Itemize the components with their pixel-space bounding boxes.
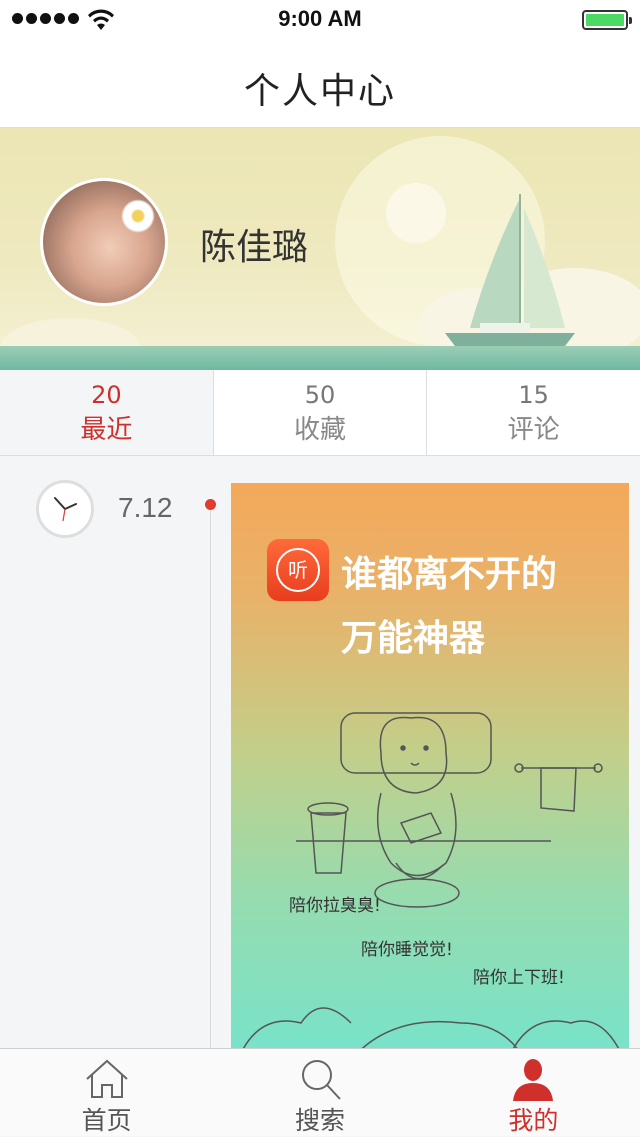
app-logo-icon: 听 [267, 539, 329, 601]
app-logo-text: 听 [276, 548, 320, 592]
status-bar: 9:00 AM [0, 0, 640, 40]
tab-home[interactable]: 首页 [0, 1049, 213, 1136]
sun-illustration [386, 183, 446, 243]
profile-tabs: 20 最近 50 收藏 15 评论 [0, 370, 640, 456]
caption-text: 陪你睡觉觉! [361, 940, 453, 960]
clock-icon [36, 480, 94, 538]
card-subheadline: 万能神器 [341, 618, 486, 659]
timeline-line [210, 506, 211, 1048]
timeline-date: 7.12 [118, 492, 173, 523]
sea-illustration [0, 346, 640, 370]
tab-label: 最近 [80, 415, 133, 445]
timeline-card[interactable]: 听 谁都离不开的 万能神器 陪你拉臭臭! 陪你睡觉觉! 陪你上下班! [231, 483, 629, 1048]
tab-count: 15 [518, 381, 549, 409]
sailboat-illustration [445, 194, 575, 346]
tab-search[interactable]: 搜索 [213, 1049, 426, 1136]
page-title: 个人中心 [243, 71, 396, 112]
tab-comments[interactable]: 15 评论 [426, 370, 640, 455]
tab-label: 搜索 [294, 1106, 345, 1135]
tab-count: 20 [91, 381, 122, 409]
tab-label: 我的 [508, 1106, 559, 1135]
tab-mine[interactable]: 我的 [427, 1049, 640, 1136]
battery-icon [582, 10, 632, 30]
search-icon [301, 1060, 341, 1100]
timeline-list[interactable]: 7.12 听 谁都离不开的 万能神器 陪你拉臭臭! 陪你睡觉觉! 陪你上下班! [0, 456, 640, 1048]
timeline-dot [205, 499, 216, 510]
tab-recent[interactable]: 20 最近 [0, 370, 213, 455]
navigation-bar: 个人中心 [0, 40, 640, 128]
cat-illustration [242, 712, 620, 1048]
tab-label: 首页 [81, 1106, 132, 1135]
person-icon [513, 1059, 554, 1101]
status-time: 9:00 AM [278, 6, 362, 31]
bottom-tab-bar: 首页 搜索 我的 [0, 1048, 640, 1136]
caption-text: 陪你拉臭臭! [289, 896, 381, 916]
tab-favorites[interactable]: 50 收藏 [212, 370, 427, 455]
card-headline: 谁都离不开的 [341, 554, 558, 595]
profile-banner: 陈佳璐 [0, 128, 640, 370]
flower-decoration [121, 199, 155, 233]
tab-count: 50 [304, 381, 336, 409]
home-icon [85, 1059, 128, 1098]
tab-label: 评论 [507, 415, 560, 445]
username: 陈佳璐 [200, 227, 309, 268]
avatar[interactable] [40, 178, 168, 306]
caption-text: 陪你上下班! [473, 968, 565, 988]
tab-label: 收藏 [294, 415, 347, 445]
